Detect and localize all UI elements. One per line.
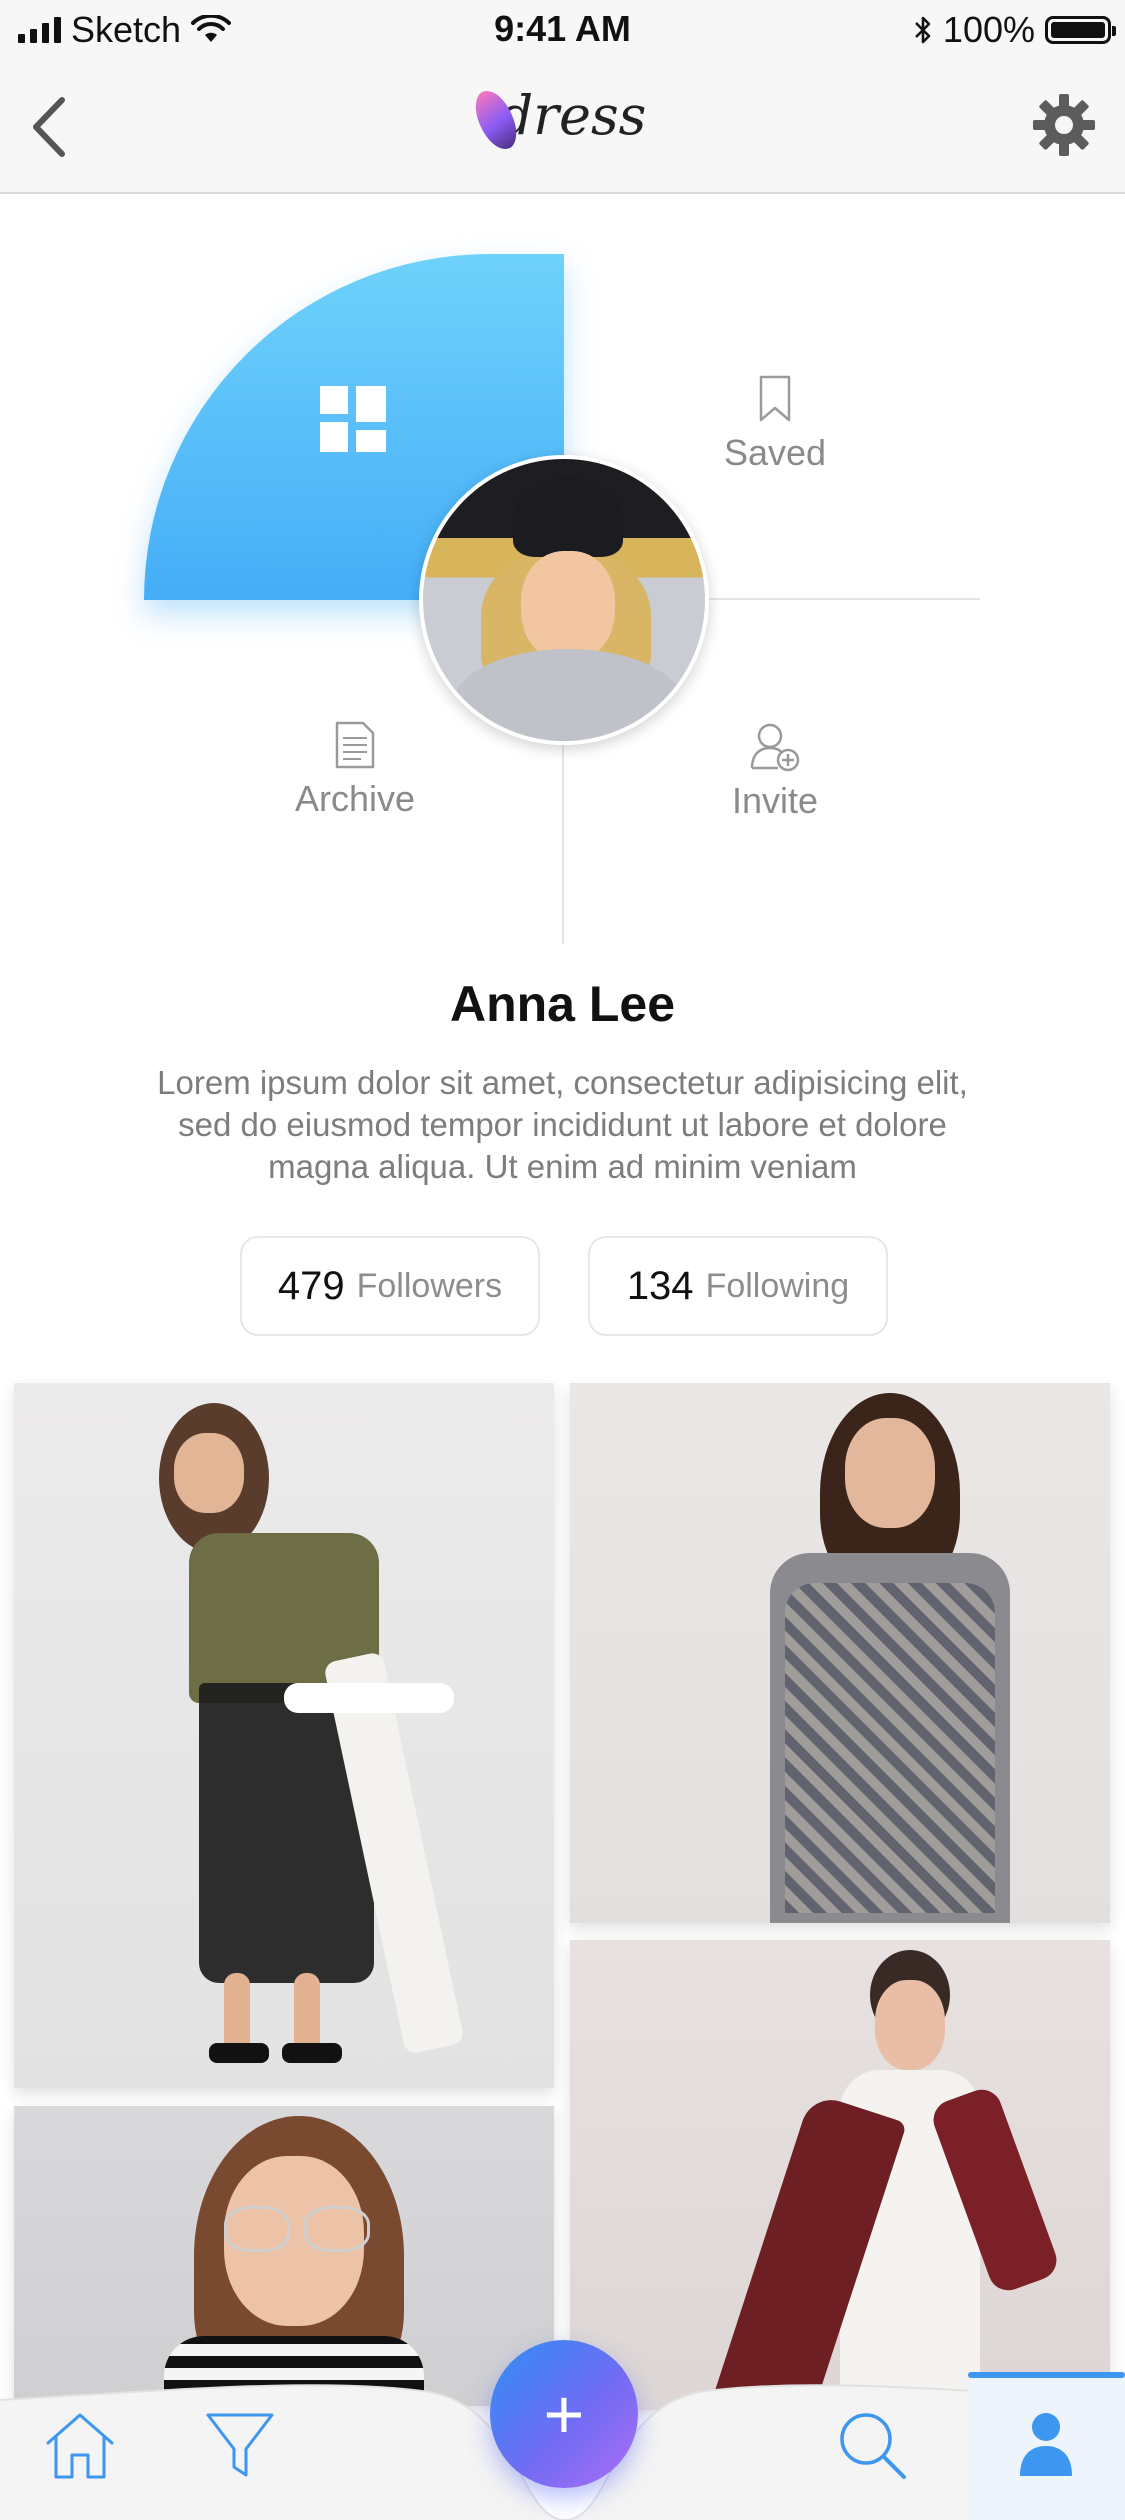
- home-icon[interactable]: [40, 2405, 120, 2485]
- photo-card[interactable]: [570, 1940, 1110, 2410]
- active-tab-indicator: [968, 2372, 1125, 2378]
- photo-card[interactable]: [14, 2106, 554, 2406]
- avatar[interactable]: [419, 455, 709, 745]
- filter-icon[interactable]: [200, 2405, 280, 2485]
- profile-name: Anna Lee: [449, 976, 676, 1032]
- followers-button[interactable]: 479 Followers: [240, 1236, 540, 1336]
- archive-label: Archive: [294, 778, 416, 819]
- invite-button[interactable]: Invite: [695, 720, 855, 822]
- following-count: 134: [626, 1263, 694, 1308]
- battery-percent: 100%: [942, 9, 1035, 50]
- add-user-icon: [750, 723, 800, 772]
- bookmark-icon: [759, 375, 791, 422]
- app-logo: dress: [0, 84, 1125, 155]
- tab-profile[interactable]: [968, 2372, 1125, 2520]
- photo-card[interactable]: [570, 1383, 1110, 1923]
- saved-button[interactable]: Saved: [695, 374, 855, 474]
- document-icon: [335, 721, 375, 769]
- search-icon[interactable]: [832, 2405, 912, 2485]
- following-button[interactable]: 134 Following: [588, 1236, 888, 1336]
- following-label: Following: [705, 1266, 850, 1305]
- status-right: 100%: [913, 9, 1116, 50]
- profile-bio: Lorem ipsum dolor sit amet, consectetur …: [157, 1064, 968, 1185]
- logo-text: dress: [498, 84, 647, 147]
- grid-icon: [320, 386, 386, 452]
- status-bar: Sketch 9:41 AM 100%: [0, 0, 1125, 62]
- archive-button[interactable]: Archive: [275, 720, 435, 820]
- photo-card[interactable]: [14, 1383, 554, 2088]
- bluetooth-icon: [915, 16, 931, 44]
- nav-bar: dress: [0, 62, 1125, 194]
- divider-horizontal: [700, 598, 980, 600]
- add-button[interactable]: +: [490, 2340, 638, 2488]
- invite-label: Invite: [731, 780, 819, 821]
- followers-label: Followers: [356, 1266, 503, 1305]
- profile-icon: [1020, 2413, 1072, 2476]
- gear-icon[interactable]: [1031, 92, 1097, 158]
- battery-icon: [1045, 16, 1116, 44]
- saved-label: Saved: [723, 432, 827, 473]
- followers-count: 479: [277, 1263, 345, 1308]
